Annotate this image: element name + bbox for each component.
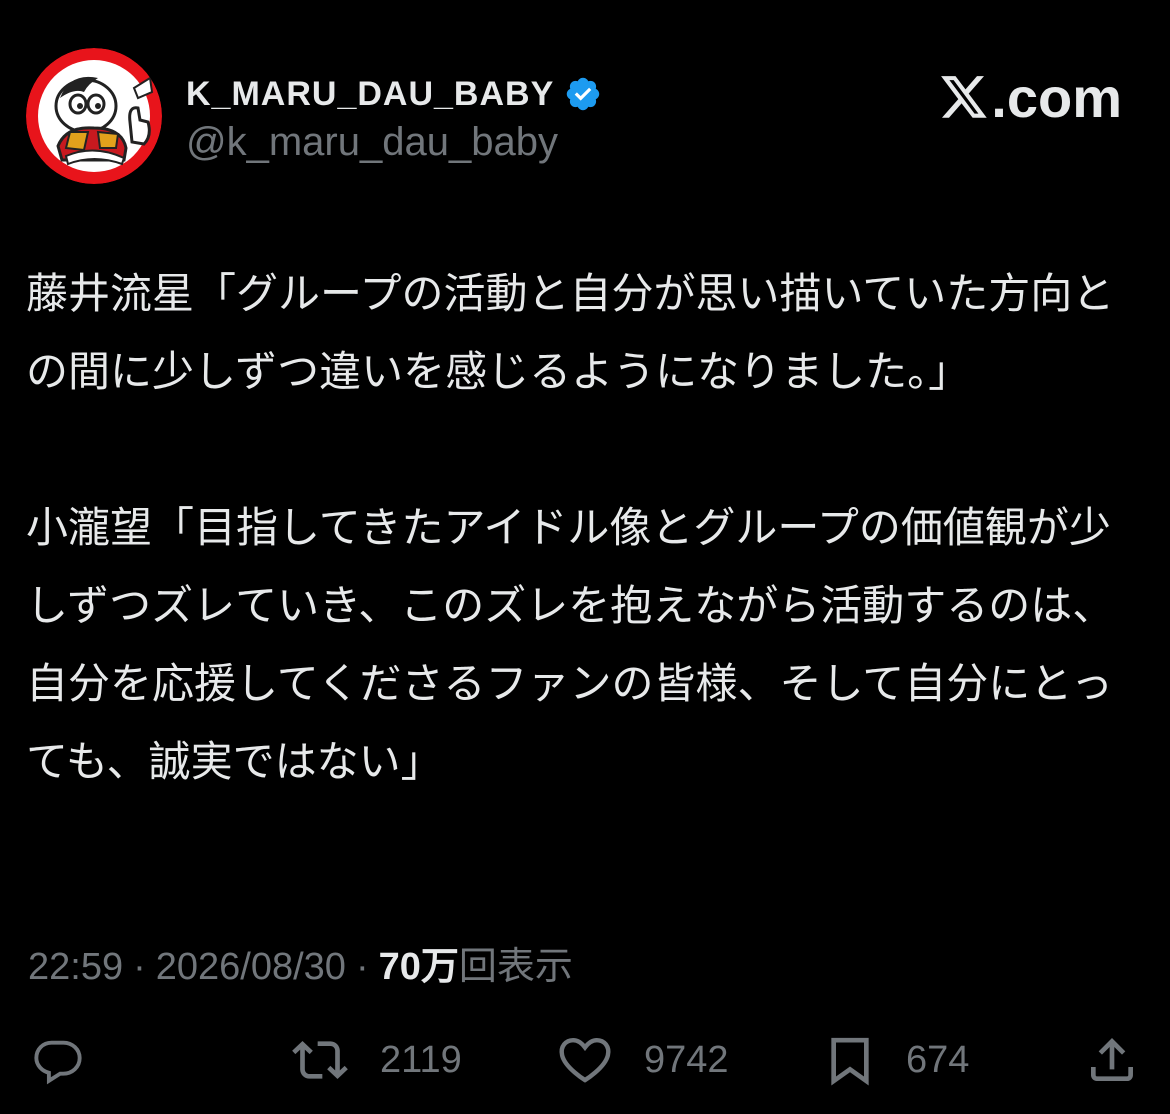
user-handle[interactable]: @k_maru_dau_baby	[186, 120, 602, 165]
bookmark-button[interactable]: 674	[822, 1028, 969, 1092]
meta-separator: ·	[133, 946, 146, 988]
tweet-paragraph: 小瀧望「目指してきたアイドル像とグループの価値観が少しずつズレていき、このズレを…	[26, 503, 1115, 786]
tweet-text: 藤井流星「グループの活動と自分が思い描いていた方向との間に少しずつ違いを感じるよ…	[26, 255, 1136, 801]
share-button[interactable]	[1084, 1028, 1140, 1092]
verified-badge-icon	[564, 75, 602, 113]
tweet-actions: 2119 9742 674	[26, 1028, 1144, 1092]
cartoon-mascot-avatar-icon	[26, 48, 162, 184]
reply-icon	[34, 1040, 82, 1085]
tweet-time[interactable]: 22:59	[28, 946, 123, 988]
user-names: K_MARU_DAU_BABY @k_maru_dau_baby	[186, 72, 602, 165]
retweet-button[interactable]: 2119	[288, 1028, 462, 1092]
x-com-brand: .com	[939, 70, 1122, 126]
x-logo-icon	[939, 74, 989, 122]
like-count: 9742	[644, 1038, 729, 1081]
bookmark-icon	[831, 1037, 869, 1086]
avatar[interactable]	[26, 48, 162, 184]
meta-separator: ·	[355, 946, 369, 988]
display-name-row: K_MARU_DAU_BABY	[186, 72, 602, 116]
reply-button[interactable]	[30, 1028, 86, 1092]
tweet-date[interactable]: 2026/08/30	[156, 946, 346, 988]
bookmark-count: 674	[906, 1038, 970, 1081]
tweet-paragraph: 藤井流星「グループの活動と自分が思い描いていた方向との間に少しずつ違いを感じるよ…	[26, 269, 1115, 396]
retweet-icon	[292, 1041, 348, 1079]
share-icon	[1091, 1038, 1133, 1081]
views-label: 回表示	[458, 946, 573, 988]
like-button[interactable]: 9742	[554, 1028, 729, 1092]
brand-domain-text: .com	[991, 66, 1122, 129]
heart-icon	[559, 1037, 611, 1083]
tweet-header: K_MARU_DAU_BABY @k_maru_dau_baby .com	[26, 48, 1146, 188]
display-name[interactable]: K_MARU_DAU_BABY	[186, 75, 554, 114]
retweet-count: 2119	[380, 1038, 462, 1081]
views-count: 70万	[378, 946, 459, 988]
tweet-meta: 22:59 · 2026/08/30 · 70万回表示	[28, 935, 573, 990]
